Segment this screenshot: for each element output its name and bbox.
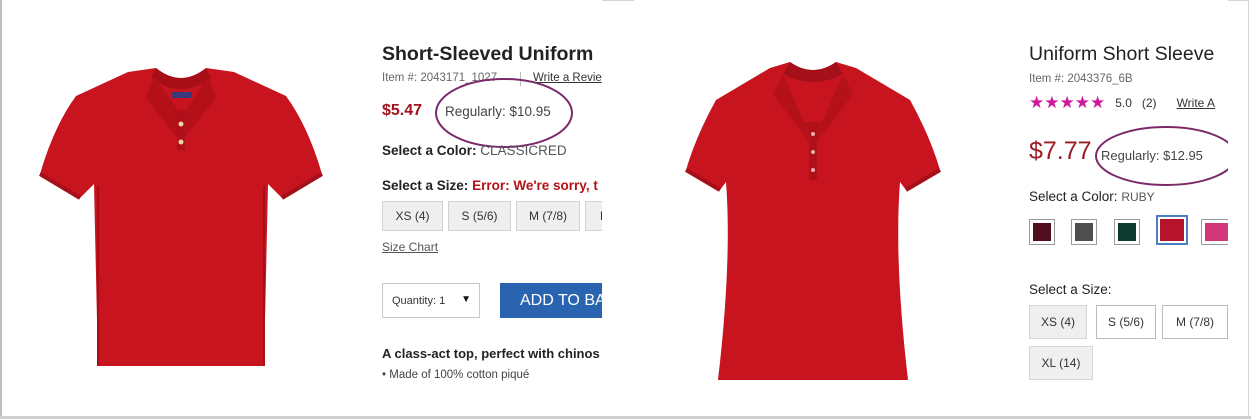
size-option-m[interactable]: M (7/8): [1162, 305, 1228, 339]
color-label: Select a Color:: [1029, 189, 1118, 204]
product-image-girls-polo[interactable]: [678, 60, 948, 390]
sale-price: $5.47: [382, 102, 423, 119]
review-count: (2): [1141, 96, 1157, 110]
product-image-boys-polo[interactable]: [36, 66, 326, 372]
bullet-icon: •: [382, 369, 387, 381]
chevron-down-icon: ▼: [461, 294, 471, 305]
product-description: A class-act top, perfect with chinos: [382, 346, 600, 361]
swatch-fill: [1033, 223, 1051, 241]
star-rating-icon: ★★★★★: [1029, 93, 1106, 112]
color-swatch-ruby[interactable]: [1156, 215, 1188, 245]
size-option-l[interactable]: L: [585, 201, 602, 231]
color-value: RUBY: [1121, 190, 1155, 204]
color-selector: Select a Color: RUBY: [1029, 189, 1155, 204]
rating-value: 5.0: [1115, 96, 1132, 110]
color-swatch-gray[interactable]: [1071, 219, 1097, 245]
size-option-xs[interactable]: XS (4): [382, 201, 443, 231]
color-swatch-dark-green[interactable]: [1114, 219, 1140, 245]
size-selector: Select a Size: Error: We're sorry, t: [382, 178, 598, 193]
highlight-circle: [434, 76, 574, 150]
color-value: CLASSICRED: [480, 143, 567, 158]
add-to-bag-button[interactable]: ADD TO BA: [500, 283, 602, 318]
color-label: Select a Color:: [382, 143, 477, 158]
product-title: Short-Sleeved Uniform: [382, 43, 594, 65]
size-label: Select a Size:: [382, 178, 469, 193]
color-selector: Select a Color: CLASSICRED: [382, 143, 567, 158]
highlight-circle: [1094, 125, 1228, 187]
size-option-xl[interactable]: XL (14): [1029, 346, 1093, 380]
size-option-s[interactable]: S (5/6): [1096, 305, 1156, 339]
feature-bullet: • Made of 100% cotton piqué: [382, 369, 529, 381]
swatch-fill: [1205, 223, 1228, 241]
color-swatch-pink[interactable]: [1201, 219, 1228, 245]
sale-price: $7.77: [1029, 137, 1092, 165]
size-error-message: Error: We're sorry, t: [472, 178, 598, 193]
feature-bullet-text: Made of 100% cotton piqué: [389, 369, 530, 381]
swatch-fill: [1160, 219, 1184, 241]
left-product-panel: Short-Sleeved Uniform Item #: 2043171_10…: [2, 0, 602, 416]
write-review-link[interactable]: Write A: [1177, 96, 1215, 110]
size-label: Select a Size:: [1029, 282, 1112, 297]
item-number: Item #: 2043376_6B: [1029, 73, 1133, 85]
quantity-label: Quantity: 1: [392, 294, 446, 307]
right-product-panel: Uniform Short Sleeve Item #: 2043376_6B …: [634, 0, 1228, 416]
rating-row: ★★★★★ 5.0 (2) Write A: [1029, 93, 1215, 113]
product-title: Uniform Short Sleeve: [1029, 43, 1215, 65]
size-option-xs[interactable]: XS (4): [1029, 305, 1087, 339]
color-swatch-burgundy[interactable]: [1029, 219, 1055, 245]
size-option-m[interactable]: M (7/8): [516, 201, 580, 231]
quantity-select[interactable]: Quantity: 1 ▼: [382, 283, 480, 318]
size-option-s[interactable]: S (5/6): [448, 201, 511, 231]
size-chart-link[interactable]: Size Chart: [382, 240, 438, 254]
swatch-fill: [1118, 223, 1136, 241]
swatch-fill: [1075, 223, 1093, 241]
